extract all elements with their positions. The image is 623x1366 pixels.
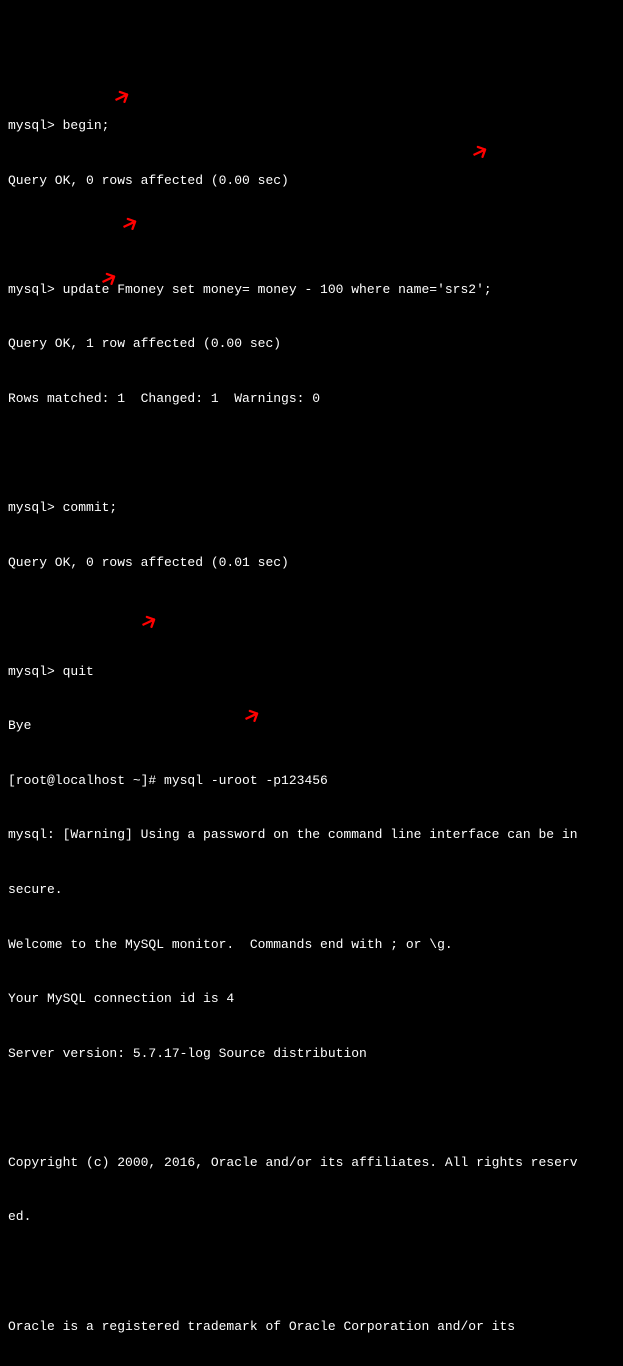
terminal-output: mysql> begin; Query OK, 0 rows affected … [8, 81, 615, 1366]
line [8, 445, 615, 463]
line: Rows matched: 1 Changed: 1 Warnings: 0 [8, 390, 615, 408]
line: Oracle is a registered trademark of Orac… [8, 1318, 615, 1336]
line: Query OK, 0 rows affected (0.01 sec) [8, 554, 615, 572]
line: Your MySQL connection id is 4 [8, 990, 615, 1008]
annotation-arrow-icon [470, 137, 501, 169]
line: mysql> commit; [8, 499, 615, 517]
line: mysql> quit [8, 663, 615, 681]
line: Copyright (c) 2000, 2016, Oracle and/or … [8, 1154, 615, 1172]
line: Welcome to the MySQL monitor. Commands e… [8, 936, 615, 954]
line: secure. [8, 881, 615, 899]
line: [root@localhost ~]# mysql -uroot -p12345… [8, 772, 615, 790]
line: Query OK, 1 row affected (0.00 sec) [8, 335, 615, 353]
line: mysql> begin; [8, 117, 615, 135]
line [8, 1263, 615, 1281]
line: Bye [8, 717, 615, 735]
line: mysql> update Fmoney set money= money - … [8, 281, 615, 299]
line [8, 1099, 615, 1117]
line: mysql: [Warning] Using a password on the… [8, 826, 615, 844]
line: Query OK, 0 rows affected (0.00 sec) [8, 172, 615, 190]
line [8, 608, 615, 626]
annotation-arrow-icon [112, 82, 143, 114]
line: ed. [8, 1208, 615, 1226]
line: Server version: 5.7.17-log Source distri… [8, 1045, 615, 1063]
line [8, 226, 615, 244]
